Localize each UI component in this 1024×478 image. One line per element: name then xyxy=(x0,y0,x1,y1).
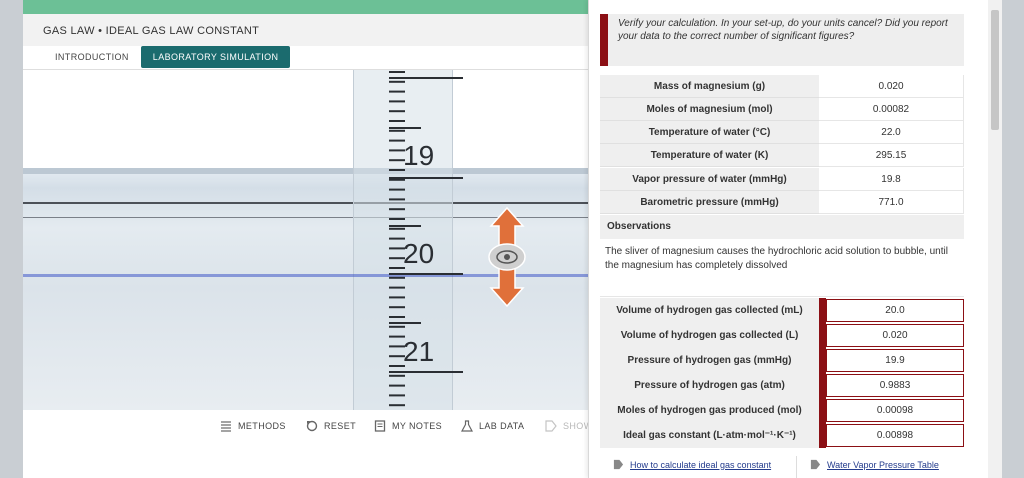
tag-icon xyxy=(613,459,624,470)
data-label: Temperature of water (K) xyxy=(600,144,819,167)
link-divider xyxy=(796,456,797,478)
input-row: Moles of hydrogen gas produced (mol) 0.0… xyxy=(600,398,964,423)
data-label: Temperature of water (°C) xyxy=(600,121,819,144)
moles-hydrogen-field[interactable]: 0.00098 xyxy=(826,399,964,422)
my-notes-button[interactable]: MY NOTES xyxy=(374,420,442,432)
my-notes-label: MY NOTES xyxy=(392,421,443,431)
observations-text: The sliver of magnesium causes the hydro… xyxy=(600,239,964,297)
methods-button[interactable]: METHODS xyxy=(220,420,286,432)
data-row: Temperature of water (K) 295.15 xyxy=(600,144,964,167)
error-marker xyxy=(819,423,826,448)
pressure-atm-field[interactable]: 0.9883 xyxy=(826,374,964,397)
simulation-view: 19 20 21 xyxy=(23,70,601,410)
input-row: Ideal gas constant (L·atm·mol⁻¹·K⁻¹) 0.0… xyxy=(600,423,964,448)
data-value: 22.0 xyxy=(819,121,964,144)
show-button[interactable]: SHOW xyxy=(545,420,593,432)
input-label: Volume of hydrogen gas collected (L) xyxy=(600,323,819,348)
data-value: 19.8 xyxy=(819,168,964,191)
bottom-toolbar: METHODS RESET MY NOTES LAB DATA SHOW xyxy=(23,410,601,440)
data-value: 295.15 xyxy=(819,144,964,167)
observations-heading: Observations xyxy=(600,215,964,239)
help-links: How to calculate ideal gas constant Wate… xyxy=(600,456,964,478)
data-value: 771.0 xyxy=(819,191,964,214)
input-label: Volume of hydrogen gas collected (mL) xyxy=(600,298,819,323)
link-label: How to calculate ideal gas constant xyxy=(630,459,772,470)
input-row: Pressure of hydrogen gas (atm) 0.9883 xyxy=(600,373,964,398)
data-value: 0.00082 xyxy=(819,98,964,121)
data-value: 0.020 xyxy=(819,75,964,98)
lab-data-label: LAB DATA xyxy=(479,421,525,431)
pressure-mmhg-field[interactable]: 19.9 xyxy=(826,349,964,372)
link-label: Water Vapor Pressure Table xyxy=(827,459,939,470)
input-row: Volume of hydrogen gas collected (mL) 20… xyxy=(600,298,964,323)
scale-label-19: 19 xyxy=(403,140,435,171)
error-marker xyxy=(819,298,826,323)
arrow-up-down-icon[interactable] xyxy=(487,206,527,308)
tab-bar: INTRODUCTION LABORATORY SIMULATION xyxy=(43,46,291,70)
error-marker xyxy=(819,373,826,398)
tag-icon xyxy=(810,459,821,470)
list-icon xyxy=(221,421,231,432)
volume-ml-field[interactable]: 20.0 xyxy=(826,299,964,322)
reset-label: RESET xyxy=(324,421,357,431)
scale-label-21: 21 xyxy=(403,336,435,367)
input-row: Volume of hydrogen gas collected (L) 0.0… xyxy=(600,323,964,348)
panel-scrollbar-thumb[interactable] xyxy=(991,10,999,130)
data-label: Vapor pressure of water (mmHg) xyxy=(600,168,819,191)
tab-laboratory-simulation[interactable]: LABORATORY SIMULATION xyxy=(140,46,291,68)
tab-introduction[interactable]: INTRODUCTION xyxy=(43,46,141,68)
ideal-gas-constant-link[interactable]: How to calculate ideal gas constant xyxy=(613,459,771,470)
error-marker xyxy=(819,323,826,348)
page-title: GAS LAW • IDEAL GAS LAW CONSTANT xyxy=(43,25,260,37)
water-surface xyxy=(23,168,601,174)
data-label: Moles of magnesium (mol) xyxy=(600,98,819,121)
error-marker xyxy=(819,398,826,423)
data-label: Barometric pressure (mmHg) xyxy=(600,191,819,214)
reset-button[interactable]: RESET xyxy=(306,420,356,432)
tag-icon xyxy=(545,420,557,432)
data-label: Mass of magnesium (g) xyxy=(600,75,819,98)
input-row: Pressure of hydrogen gas (mmHg) 19.9 xyxy=(600,348,964,373)
methods-label: METHODS xyxy=(238,421,286,431)
data-row: Temperature of water (°C) 22.0 xyxy=(600,121,964,144)
input-label: Pressure of hydrogen gas (mmHg) xyxy=(600,348,819,373)
data-row: Barometric pressure (mmHg) 771.0 xyxy=(600,191,964,214)
scale-label-20: 20 xyxy=(403,238,435,269)
verify-notice: Verify your calculation. In your set-up,… xyxy=(600,14,964,66)
input-label: Moles of hydrogen gas produced (mol) xyxy=(600,398,819,423)
data-row: Vapor pressure of water (mmHg) 19.8 xyxy=(600,168,964,191)
water-vapor-table-link[interactable]: Water Vapor Pressure Table xyxy=(810,459,939,470)
data-row: Mass of magnesium (g) 0.020 xyxy=(600,75,964,98)
input-label: Ideal gas constant (L·atm·mol⁻¹·K⁻¹) xyxy=(600,423,819,448)
trough-rim-line xyxy=(23,202,601,204)
flask-icon xyxy=(461,420,473,432)
reset-icon xyxy=(306,420,318,432)
input-label: Pressure of hydrogen gas (atm) xyxy=(600,373,819,398)
lab-data-button[interactable]: LAB DATA xyxy=(461,420,524,432)
gas-constant-field[interactable]: 0.00898 xyxy=(826,424,964,447)
volume-l-field[interactable]: 0.020 xyxy=(826,324,964,347)
data-row: Moles of magnesium (mol) 0.00082 xyxy=(600,98,964,121)
error-marker xyxy=(819,348,826,373)
notes-icon xyxy=(374,420,386,432)
